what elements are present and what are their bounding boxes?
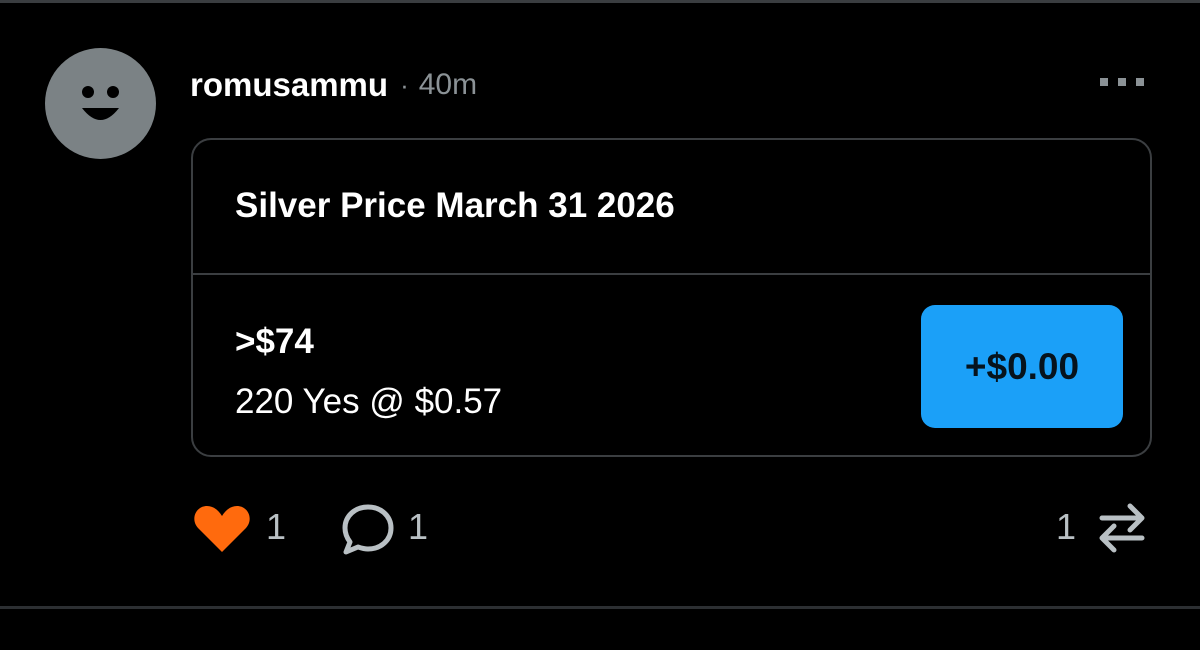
market-title: Silver Price March 31 2026 xyxy=(235,186,675,225)
market-outcome: >$74 xyxy=(235,322,314,361)
comment-button[interactable] xyxy=(340,502,396,556)
separator-dot: · xyxy=(400,69,409,100)
more-options-button[interactable] xyxy=(1092,64,1152,100)
like-count: 1 xyxy=(266,506,287,547)
post-actions: 1 1 1 xyxy=(0,496,1200,556)
smiley-avatar-icon xyxy=(82,86,119,120)
top-divider xyxy=(0,0,1200,3)
pnl-button[interactable]: +$0.00 xyxy=(921,305,1123,428)
bottom-divider xyxy=(0,606,1200,609)
more-dots-icon xyxy=(1100,78,1144,86)
like-button[interactable] xyxy=(192,504,252,554)
comment-bubble-icon xyxy=(342,504,394,555)
avatar[interactable] xyxy=(45,48,156,159)
repost-button[interactable] xyxy=(1094,500,1150,556)
repost-arrows-icon xyxy=(1099,503,1145,553)
heart-icon xyxy=(194,506,250,552)
post-timestamp: 40m xyxy=(418,68,478,101)
position-summary: 220 Yes @ $0.57 xyxy=(235,382,503,421)
repost-count: 1 xyxy=(1056,506,1077,547)
market-card[interactable]: Silver Price March 31 2026 >$74 220 Yes … xyxy=(191,138,1152,457)
username[interactable]: romusammu xyxy=(190,66,388,104)
post-header: romusammu · 40m xyxy=(190,60,477,110)
card-divider xyxy=(193,273,1150,275)
comment-count: 1 xyxy=(408,506,429,547)
